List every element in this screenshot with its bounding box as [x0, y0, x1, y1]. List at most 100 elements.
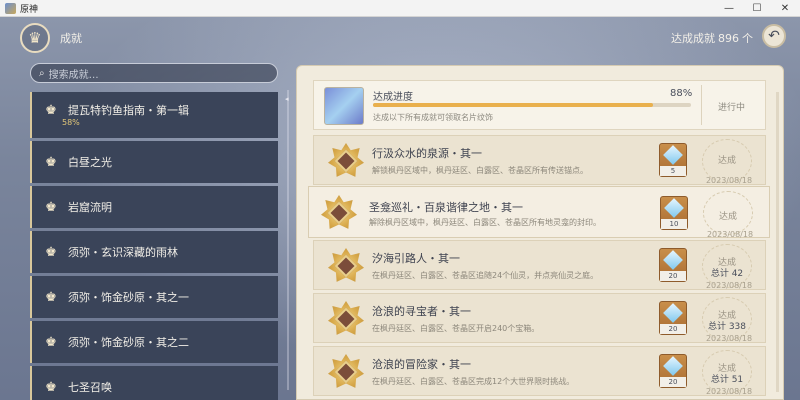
completed-date: 2023/08/18 — [705, 281, 753, 290]
category-progress-card: 达成进度 88% 达成以下所有成就可领取名片纹饰 进行中 — [313, 80, 766, 130]
reward-count: 20 — [660, 271, 686, 281]
back-arrow-icon: ↶ — [768, 28, 780, 44]
window-titlebar: 原神 — ☐ ✕ — [0, 0, 800, 17]
completed-date: 2023/08/18 — [706, 230, 754, 239]
divider — [701, 85, 702, 125]
progress-bar — [373, 103, 691, 107]
category-label: 须弥・玄识深藏的雨林 — [68, 246, 178, 259]
completed-label: 达成 — [717, 156, 736, 166]
medal-icon — [328, 301, 364, 337]
achievement-total-count: 896 — [718, 32, 739, 45]
category-item[interactable]: ♚ 白昼之光 — [30, 141, 278, 183]
achievement-description: 在枫丹廷区、白露区、苍晶区开启240个宝箱。 — [372, 324, 540, 333]
search-icon: ⌕ — [39, 67, 45, 79]
trophy-icon: ♚ — [45, 334, 57, 350]
category-item[interactable]: ♚ 须弥・玄识深藏的雨林 — [30, 231, 278, 273]
minimize-button[interactable]: — — [715, 0, 743, 17]
page-title: 成就 — [60, 32, 82, 45]
category-list[interactable]: ♚ 提瓦特钓鱼指南・第一辑 58% ♚ 白昼之光 ♚ 岩窟流明 ♚ 须弥・玄识深… — [30, 92, 280, 400]
achievement-title: 汐海引路人・其一 — [372, 252, 460, 265]
primogem-reward: 10 — [660, 196, 688, 230]
trophy-icon: ♚ — [45, 154, 57, 170]
namecard-reward-image — [324, 87, 364, 125]
achievement-row[interactable]: 汐海引路人・其一 在枫丹廷区、白露区、苍晶区追随24个仙灵，并点亮仙灵之庭。 2… — [313, 240, 766, 290]
completed-stamp: 达成 2023/08/18 — [703, 191, 753, 239]
primogem-reward: 20 — [659, 354, 687, 388]
completed-stamp: 达成 总计 338 2023/08/18 — [702, 297, 752, 343]
category-item[interactable]: ♚ 七圣召唤 — [30, 366, 278, 400]
completed-total: 总计 338 — [707, 322, 747, 332]
completed-stamp: 达成 总计 51 2023/08/18 — [702, 350, 752, 396]
achievement-row[interactable]: 圣龛巡礼・百泉谐律之地・其一 解除枫丹区域中，枫丹廷区、白露区、苍晶区所有地灵龛… — [308, 186, 770, 239]
achievement-scrollbar[interactable] — [776, 92, 779, 392]
progress-title: 达成进度 — [373, 92, 413, 103]
category-label: 白昼之光 — [68, 156, 112, 169]
achievement-title: 圣龛巡礼・百泉谐律之地・其一 — [369, 201, 523, 214]
category-scrollbar[interactable] — [287, 90, 289, 390]
trophy-icon: ♚ — [45, 289, 57, 305]
category-item[interactable]: ♚ 提瓦特钓鱼指南・第一辑 58% — [30, 92, 278, 138]
progress-percent: 88% — [670, 88, 693, 99]
completed-total: 总计 42 — [710, 269, 744, 279]
completed-date: 2023/08/18 — [705, 176, 753, 185]
completed-stamp: 达成 总计 42 2023/08/18 — [702, 244, 752, 290]
achievement-total-label: 达成成就 — [671, 32, 715, 45]
medal-icon — [328, 354, 364, 390]
achievement-title: 沧浪的冒险家・其一 — [372, 358, 471, 371]
category-item[interactable]: ♚ 岩窟流明 — [30, 186, 278, 228]
maximize-button[interactable]: ☐ — [743, 0, 771, 17]
primogem-icon — [664, 198, 684, 218]
completed-date: 2023/08/18 — [705, 334, 753, 343]
achievement-row[interactable]: 行汲众水的泉源・其一 解锁枫丹区域中，枫丹廷区、白露区、苍晶区所有传送锚点。 5… — [313, 135, 766, 185]
category-item[interactable]: ♚ 须弥・饰金砂原・其之二 — [30, 321, 278, 363]
back-button[interactable]: ↶ — [762, 24, 786, 48]
achievement-description: 在枫丹廷区、白露区、苍晶区追随24个仙灵，并点亮仙灵之庭。 — [372, 271, 599, 280]
search-placeholder: 搜索成就… — [48, 69, 99, 81]
category-label: 提瓦特钓鱼指南・第一辑 — [68, 104, 189, 117]
app-icon — [5, 2, 16, 14]
category-label: 岩窟流明 — [68, 201, 112, 214]
progress-description: 达成以下所有成就可领取名片纹饰 — [373, 113, 493, 122]
completed-total: 总计 51 — [710, 375, 744, 385]
medal-icon — [321, 195, 357, 231]
completed-label: 达成 — [718, 212, 737, 222]
completed-date: 2023/08/18 — [705, 387, 753, 396]
medal-icon — [328, 248, 364, 284]
scroll-up-icon: ◂ — [285, 95, 289, 103]
category-item[interactable]: ♚ 须弥・饰金砂原・其之一 — [30, 276, 278, 318]
reward-count: 10 — [661, 219, 687, 229]
completed-stamp: 达成 2023/08/18 — [702, 139, 752, 185]
category-label: 须弥・饰金砂原・其之二 — [68, 336, 189, 349]
achievement-row[interactable]: 沧浪的冒险家・其一 在枫丹廷区、白露区、苍晶区完成12个大世界限时挑战。 20 … — [313, 346, 766, 396]
primogem-reward: 20 — [659, 301, 687, 335]
primogem-icon — [663, 303, 683, 323]
reward-count: 20 — [660, 324, 686, 334]
achievement-total-unit: 个 — [742, 32, 753, 45]
category-percent: 58% — [62, 118, 80, 127]
primogem-reward: 5 — [659, 143, 687, 177]
category-label: 须弥・饰金砂原・其之一 — [68, 291, 189, 304]
achievement-total: 达成成就 896 个 — [671, 30, 753, 46]
trophy-icon: ♚ — [45, 244, 57, 260]
achievement-title: 沧浪的寻宝者・其一 — [372, 305, 471, 318]
achievement-description: 解锁枫丹区域中，枫丹廷区、白露区、苍晶区所有传送锚点。 — [372, 166, 588, 175]
trophy-icon: ♚ — [45, 199, 57, 215]
medal-icon — [328, 143, 364, 179]
primogem-icon — [663, 250, 683, 270]
primogem-icon — [663, 145, 683, 165]
window-title: 原神 — [20, 4, 39, 15]
achievement-description: 解除枫丹区域中，枫丹廷区、白露区、苍晶区所有地灵龛的封印。 — [369, 218, 601, 227]
close-button[interactable]: ✕ — [771, 0, 799, 17]
progress-bar-fill — [373, 103, 653, 107]
achievement-description: 在枫丹廷区、白露区、苍晶区完成12个大世界限时挑战。 — [372, 377, 575, 386]
achievement-emblem-icon: ♛ — [20, 23, 50, 53]
progress-status: 进行中 — [718, 103, 746, 113]
search-input[interactable]: ⌕ 搜索成就… — [30, 63, 278, 83]
achievement-row[interactable]: 沧浪的寻宝者・其一 在枫丹廷区、白露区、苍晶区开启240个宝箱。 20 达成 总计… — [313, 293, 766, 343]
primogem-icon — [663, 356, 683, 376]
trophy-icon: ♚ — [45, 102, 57, 118]
trophy-icon: ♚ — [45, 379, 57, 395]
primogem-reward: 20 — [659, 248, 687, 282]
reward-count: 20 — [660, 377, 686, 387]
page-header: ♛ 成就 达成成就 896 个 ↶ — [0, 17, 800, 57]
